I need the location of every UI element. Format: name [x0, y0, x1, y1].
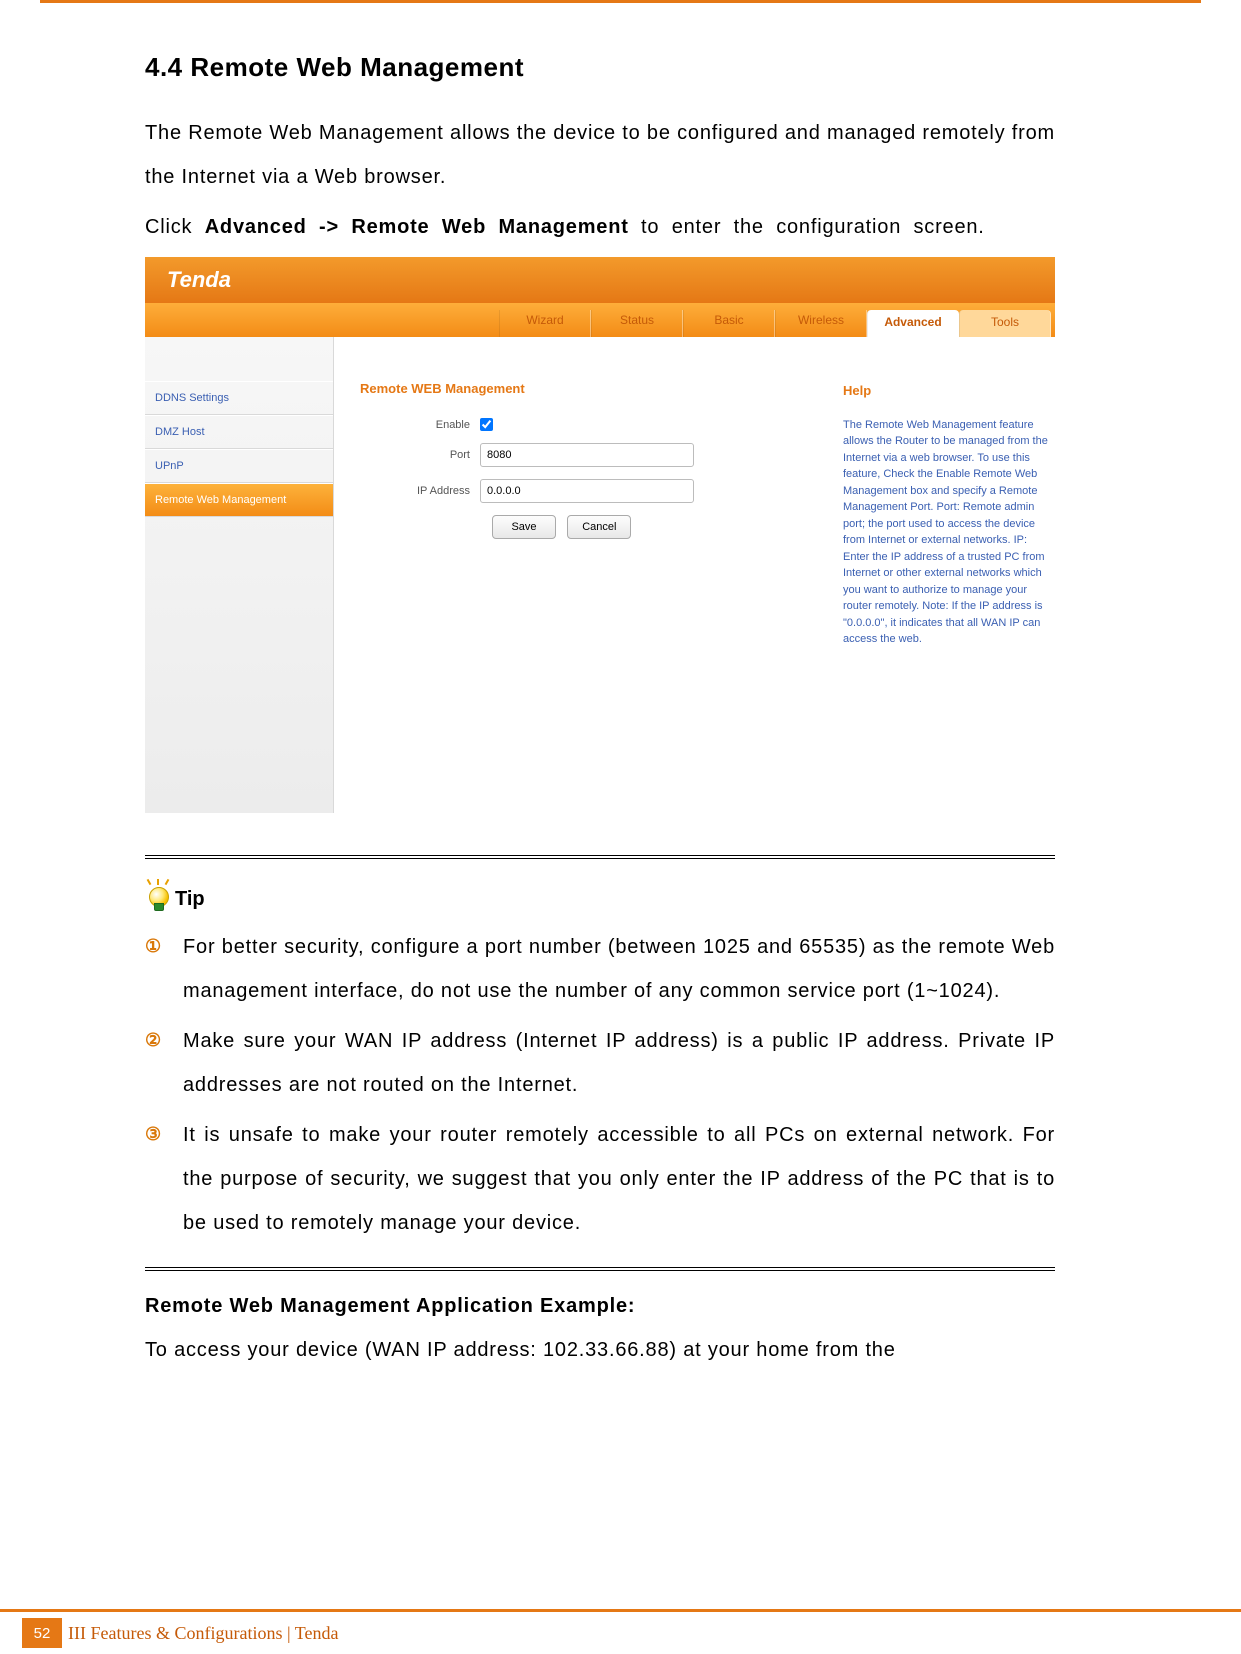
intro-paragraph-2: Click Advanced -> Remote Web Management …: [145, 205, 1055, 249]
tab-basic[interactable]: Basic: [683, 310, 775, 337]
save-button[interactable]: Save: [492, 515, 556, 539]
tab-status[interactable]: Status: [591, 310, 683, 337]
port-input[interactable]: [480, 443, 694, 467]
sidebar: DDNS Settings DMZ Host UPnP Remote Web M…: [145, 337, 334, 813]
example-heading: Remote Web Management Application Exampl…: [145, 1295, 1055, 1318]
tip-num-1: ①: [145, 925, 183, 1013]
tip-text-1: For better security, configure a port nu…: [183, 925, 1055, 1013]
section-title: 4.4 Remote Web Management: [145, 52, 1055, 83]
tab-advanced[interactable]: Advanced: [867, 310, 959, 337]
sidebar-item-remote[interactable]: Remote Web Management: [145, 483, 333, 517]
help-panel: Help The Remote Web Management feature a…: [831, 337, 1055, 813]
sidebar-item-upnp[interactable]: UPnP: [145, 449, 333, 483]
label-port: Port: [360, 449, 480, 461]
tip-list: ① For better security, configure a port …: [145, 925, 1055, 1245]
page-number: 52: [22, 1618, 62, 1648]
lightbulb-icon: [145, 879, 171, 911]
tab-wireless[interactable]: Wireless: [775, 310, 867, 337]
label-ip: IP Address: [360, 485, 480, 497]
tip-text-3: It is unsafe to make your router remotel…: [183, 1113, 1055, 1245]
tip-num-3: ③: [145, 1113, 183, 1245]
help-text: The Remote Web Management feature allows…: [843, 417, 1049, 648]
main-panel: Remote WEB Management Enable Port IP Add…: [334, 337, 831, 813]
top-rule: [40, 0, 1201, 3]
top-tab-bar: Wizard Status Basic Wireless Advanced To…: [145, 303, 1055, 337]
page-footer: 52 III Features & Configurations | Tenda: [0, 1609, 1241, 1654]
intro-paragraph-1: The Remote Web Management allows the dev…: [145, 111, 1055, 199]
sidebar-item-dmz[interactable]: DMZ Host: [145, 415, 333, 449]
tip-text-2: Make sure your WAN IP address (Internet …: [183, 1019, 1055, 1107]
footer-text: III Features & Configurations | Tenda: [68, 1623, 338, 1644]
label-enable: Enable: [360, 419, 480, 431]
tab-wizard[interactable]: Wizard: [499, 310, 591, 337]
example-text: To access your device (WAN IP address: 1…: [145, 1328, 1055, 1372]
help-title: Help: [843, 381, 1049, 401]
main-panel-title: Remote WEB Management: [360, 381, 811, 396]
tip-box: Tip ① For better security, configure a p…: [145, 855, 1055, 1271]
cancel-button[interactable]: Cancel: [567, 515, 631, 539]
ip-input[interactable]: [480, 479, 694, 503]
para2-post: to enter the configuration screen.: [629, 216, 985, 238]
tip-label: Tip: [175, 888, 205, 911]
enable-checkbox[interactable]: [480, 418, 493, 431]
para2-pre: Click: [145, 216, 205, 238]
tip-num-2: ②: [145, 1019, 183, 1107]
tab-tools[interactable]: Tools: [959, 310, 1051, 337]
brand-logo: Tenda: [145, 257, 1055, 303]
router-ui-screenshot: Tenda Wizard Status Basic Wireless Advan…: [145, 257, 1055, 813]
sidebar-item-ddns[interactable]: DDNS Settings: [145, 381, 333, 415]
para2-strong: Advanced -> Remote Web Management: [205, 216, 629, 238]
